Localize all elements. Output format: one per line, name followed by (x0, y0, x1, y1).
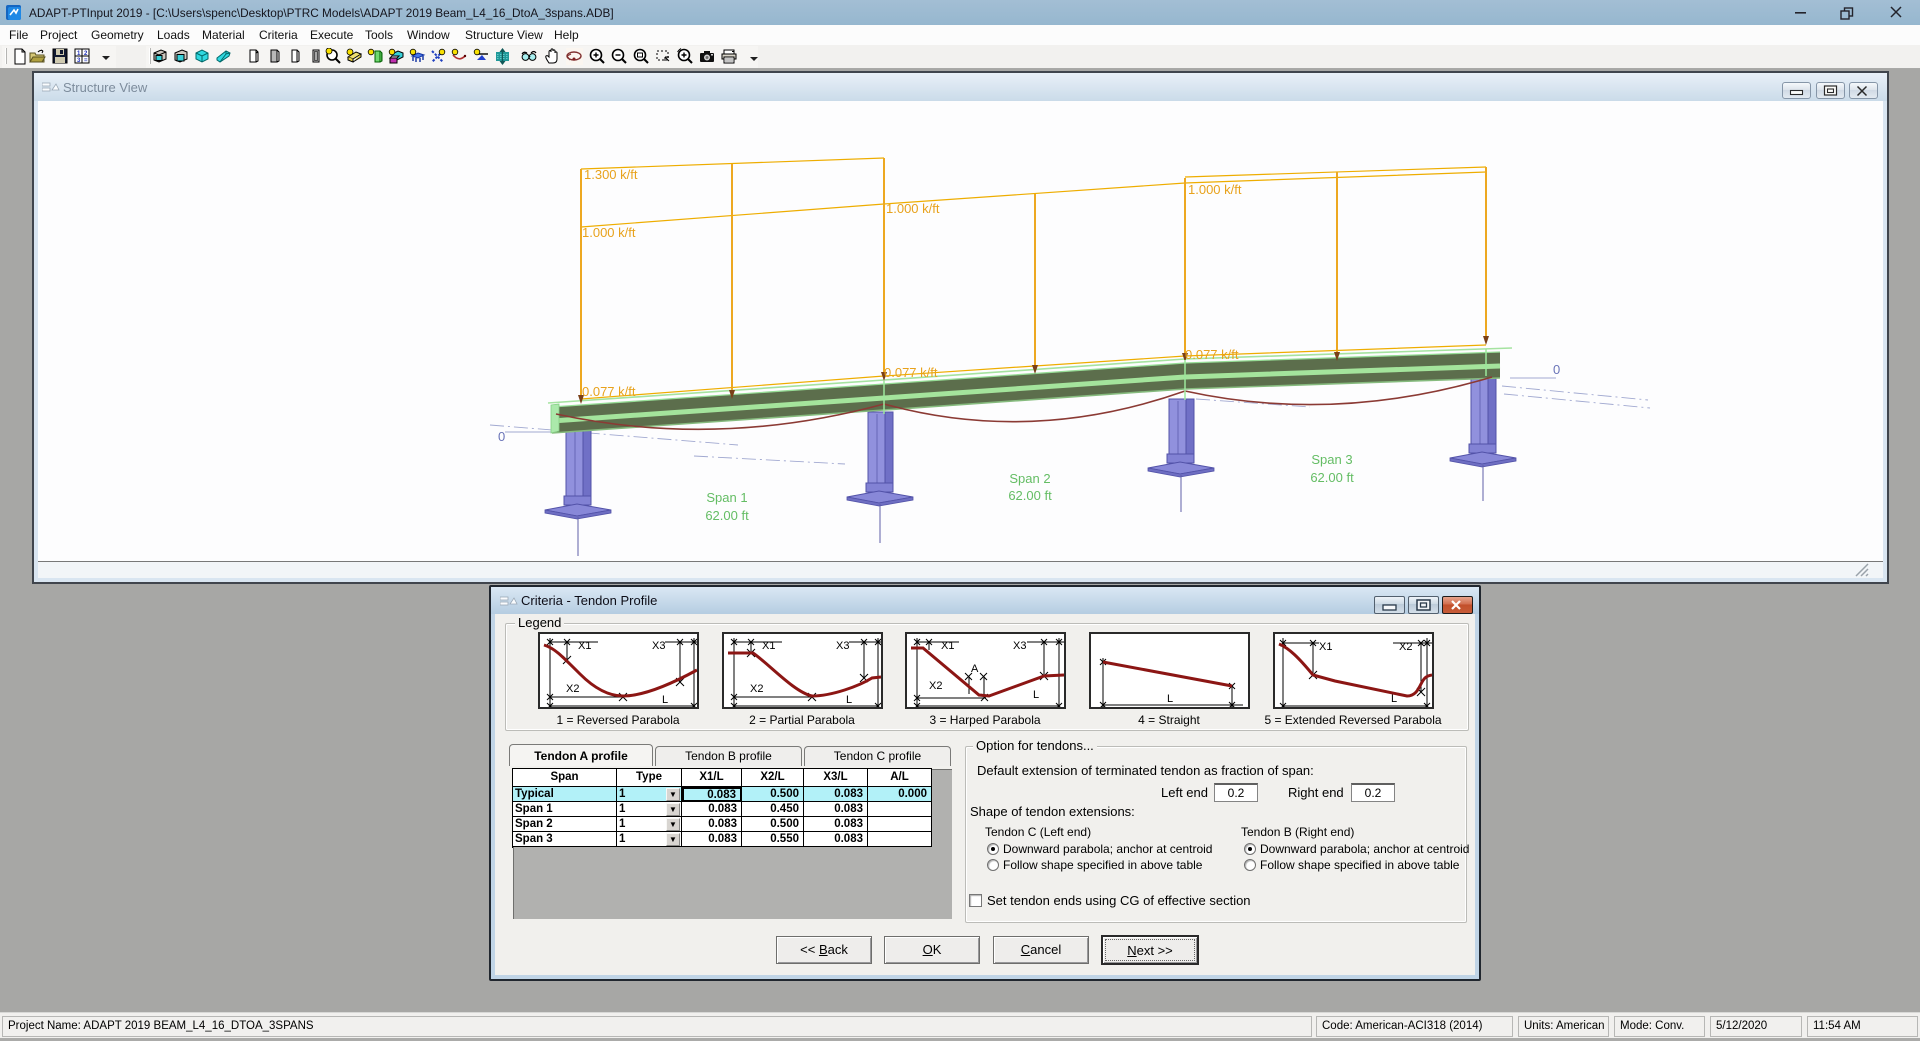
svg-text:1.000 k/ft: 1.000 k/ft (1188, 182, 1242, 197)
svg-text:X3: X3 (652, 640, 665, 652)
svg-text:62.00 ft: 62.00 ft (1310, 470, 1354, 485)
svg-text:L: L (846, 694, 852, 706)
svg-text:1.000 k/ft: 1.000 k/ft (582, 225, 636, 240)
svg-text:0: 0 (498, 429, 505, 444)
svg-text:Span 2: Span 2 (1009, 471, 1050, 486)
svg-text:X1: X1 (578, 640, 591, 652)
svg-text:X1: X1 (762, 640, 775, 652)
svg-text:62.00 ft: 62.00 ft (705, 508, 749, 523)
svg-text:L: L (1167, 693, 1173, 705)
svg-text:X2: X2 (1399, 641, 1412, 653)
svg-text:L: L (662, 694, 668, 706)
svg-text:A: A (971, 663, 979, 675)
svg-text:0.077 k/ft: 0.077 k/ft (884, 365, 938, 380)
svg-text:1.000 k/ft: 1.000 k/ft (886, 201, 940, 216)
svg-text:1.300 k/ft: 1.300 k/ft (584, 167, 638, 182)
svg-text:62.00 ft: 62.00 ft (1008, 488, 1052, 503)
svg-text:X1: X1 (1319, 641, 1332, 653)
svg-text:X2: X2 (750, 683, 763, 695)
svg-text:X3: X3 (836, 640, 849, 652)
svg-text:X1: X1 (941, 640, 954, 652)
svg-text:X2: X2 (929, 680, 942, 692)
svg-text:0: 0 (1553, 362, 1560, 377)
svg-text:0.077 k/ft: 0.077 k/ft (1185, 347, 1239, 362)
svg-text:X2: X2 (566, 683, 579, 695)
svg-text:0.077 k/ft: 0.077 k/ft (582, 384, 636, 399)
svg-text:L: L (1033, 689, 1039, 701)
svg-text:L: L (1391, 693, 1397, 705)
svg-text:Span 3: Span 3 (1311, 452, 1352, 467)
svg-text:Span 1: Span 1 (706, 490, 747, 505)
svg-text:X3: X3 (1013, 640, 1026, 652)
